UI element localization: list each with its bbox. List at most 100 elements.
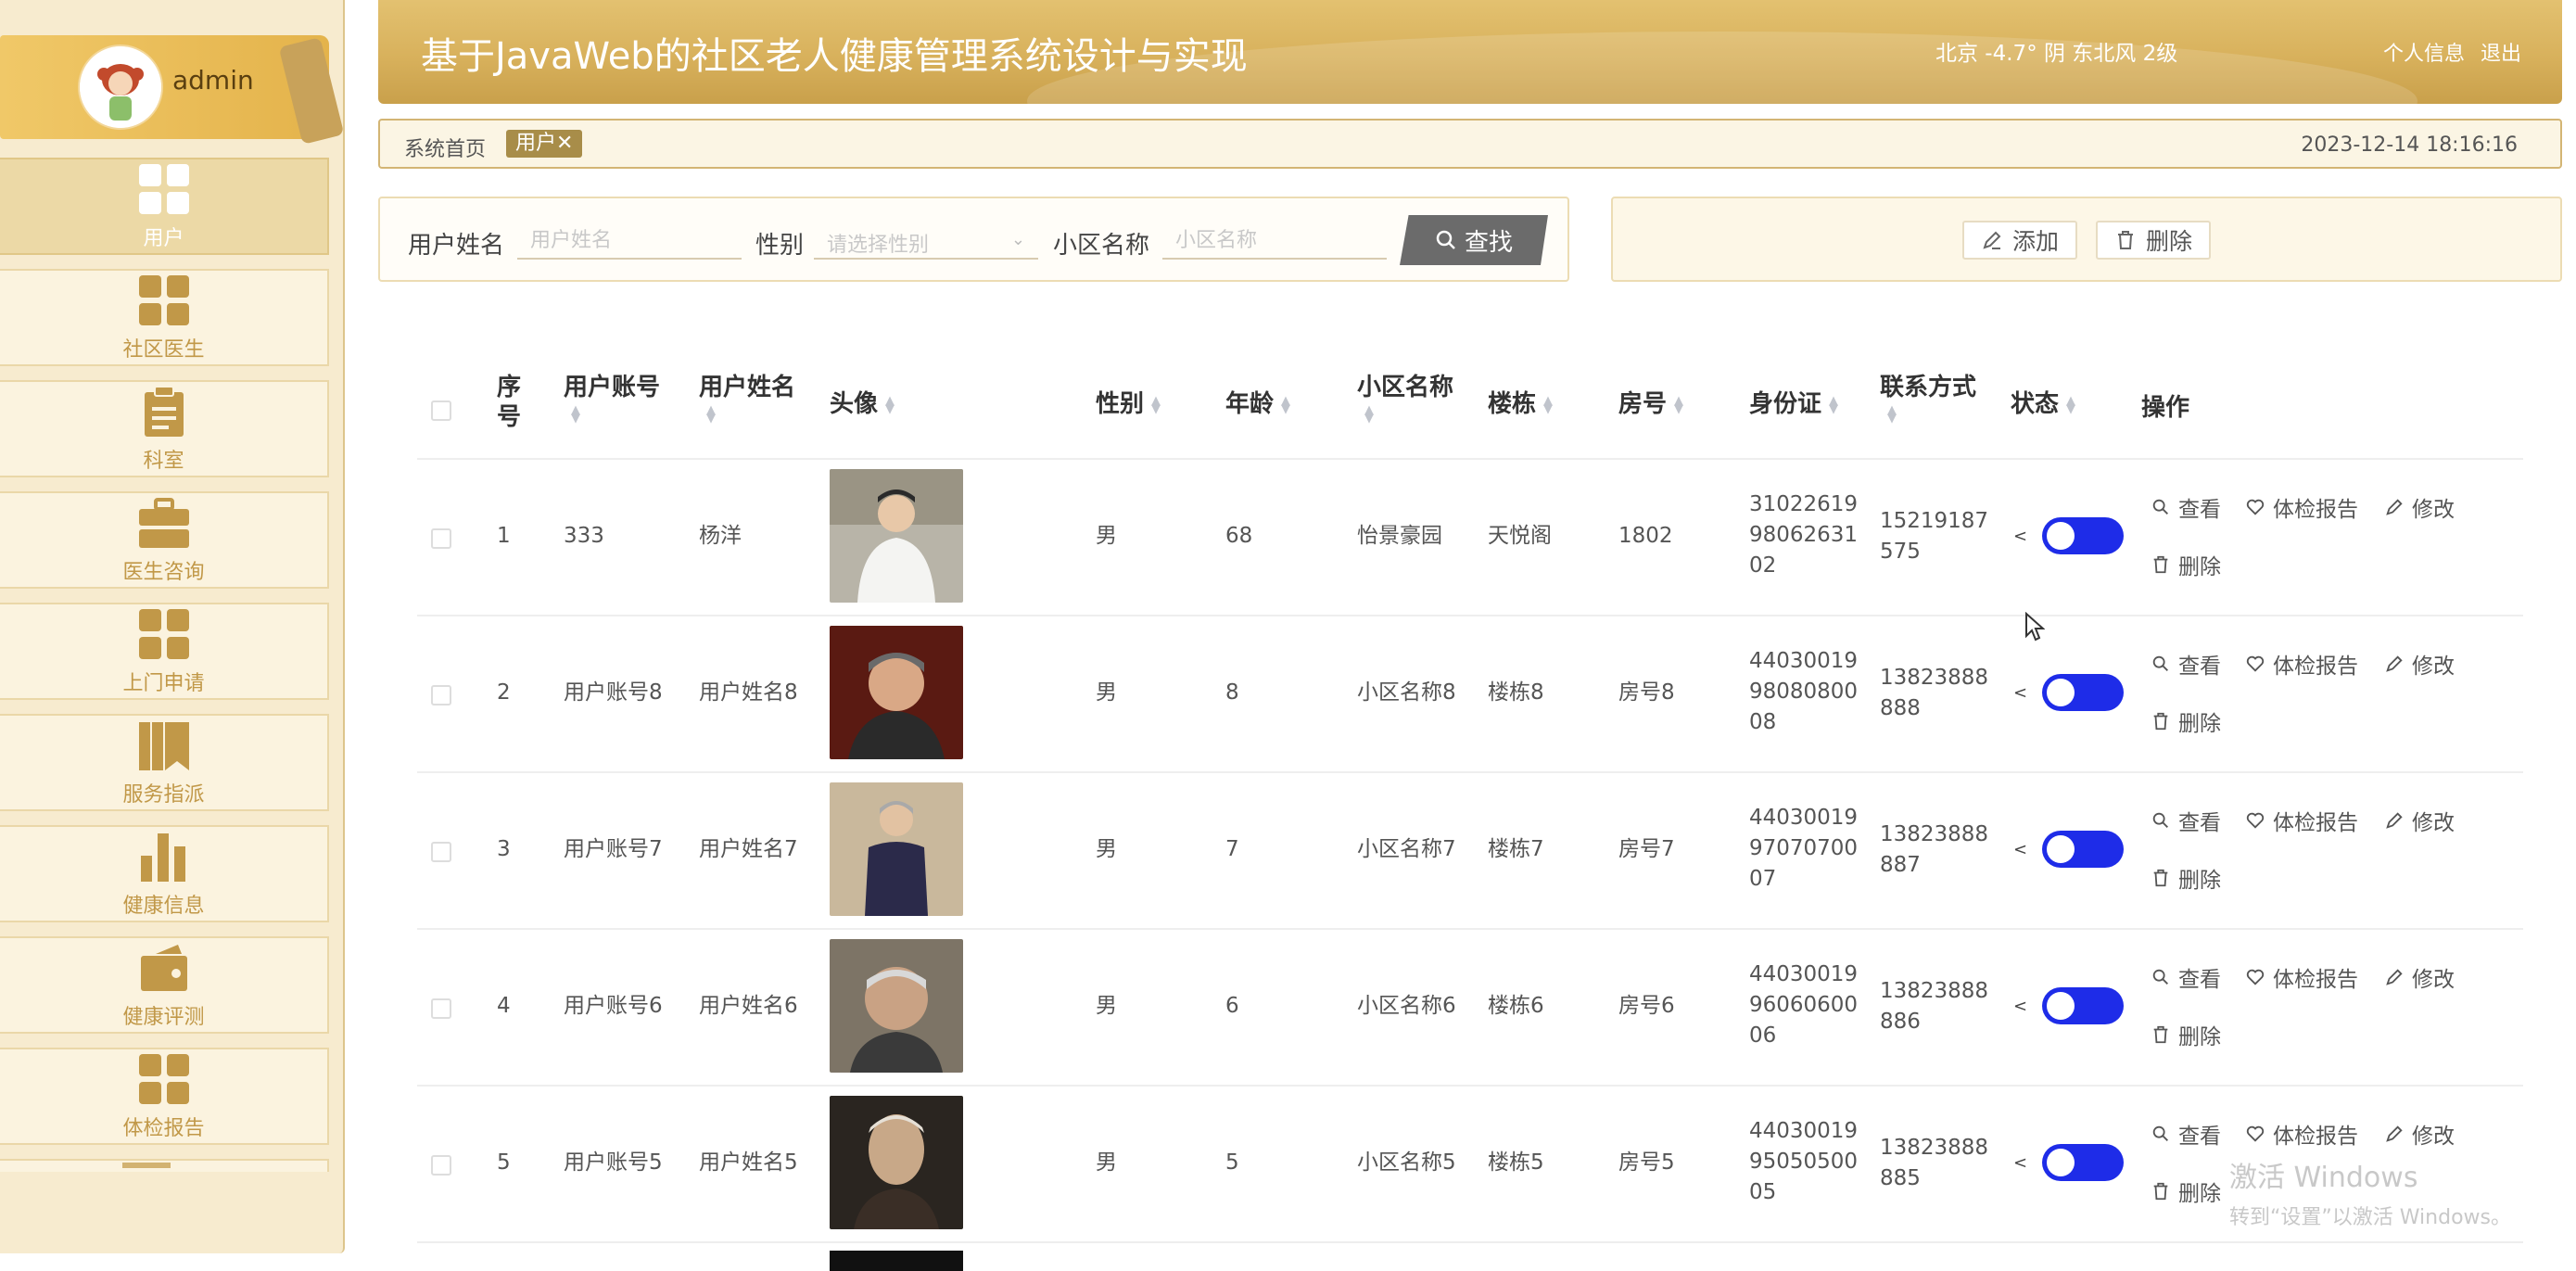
batch-delete-button[interactable]: 删除 [2096, 221, 2212, 260]
column-header-room[interactable]: 房号 ▲ ▼ [1618, 389, 1683, 419]
physical-report-button[interactable]: 体检报告 [2245, 648, 2358, 680]
column-header-gender[interactable]: 性别 ▲ ▼ [1096, 389, 1161, 419]
profile-decoration [278, 37, 345, 145]
edit-button[interactable]: 修改 [2384, 961, 2455, 993]
row-contact: 13823888 887 [1880, 822, 1989, 877]
column-header-building[interactable]: 楼栋 ▲ ▼ [1488, 389, 1553, 419]
physical-report-button[interactable]: 体检报告 [2245, 491, 2358, 523]
sidebar-item-department[interactable]: 科室 [0, 380, 329, 477]
delete-button[interactable]: 删除 [2151, 1176, 2221, 1207]
row-name: 用户姓名6 [699, 994, 798, 1018]
sort-icon[interactable]: ▲ ▼ [1281, 395, 1290, 415]
view-button[interactable]: 查看 [2151, 961, 2221, 993]
edit-button[interactable]: 修改 [2384, 805, 2455, 836]
sidebar-item-community-doctor[interactable]: 社区医生 [0, 269, 329, 366]
column-header-community[interactable]: 小区名称 ▲ ▼ [1357, 373, 1454, 425]
tab-users[interactable]: 用户✕ [506, 130, 583, 158]
status-toggle[interactable] [2042, 1144, 2124, 1181]
sidebar-item-health-info[interactable]: 健康信息 [0, 825, 329, 922]
row-index: 2 [497, 680, 511, 705]
sidebar-item-health-assessment[interactable]: 健康评测 [0, 936, 329, 1034]
row-checkbox[interactable] [431, 1155, 451, 1176]
sort-icon[interactable]: ▲ ▼ [1151, 395, 1161, 415]
status-toggle[interactable] [2042, 987, 2124, 1024]
sort-icon[interactable]: ▲ ▼ [571, 404, 660, 425]
view-button[interactable]: 查看 [2151, 648, 2221, 680]
physical-report-button[interactable]: 体检报告 [2245, 805, 2358, 836]
sort-icon[interactable]: ▲ ▼ [885, 395, 895, 415]
bar-chart-icon [140, 833, 185, 882]
column-header-label: 性别 [1096, 390, 1145, 418]
gender-select-placeholder: 请选择性别 [827, 234, 930, 257]
close-icon[interactable]: ✕ [556, 132, 573, 155]
delete-button[interactable]: 删除 [2151, 862, 2221, 894]
breadcrumb-home[interactable]: 系统首页 [404, 133, 486, 162]
select-all-checkbox[interactable] [431, 400, 451, 421]
row-name: 用户姓名5 [699, 1150, 798, 1175]
sort-icon[interactable]: ▲ ▼ [1674, 395, 1683, 415]
row-checkbox[interactable] [431, 998, 451, 1019]
current-datetime: 2023-12-14 18:16:16 [2301, 133, 2518, 157]
sidebar-item-users[interactable]: 用户 [0, 158, 329, 255]
view-button[interactable]: 查看 [2151, 491, 2221, 523]
sort-icon[interactable]: ▲ ▼ [706, 404, 795, 425]
column-header-name[interactable]: 用户姓名 ▲ ▼ [699, 373, 796, 425]
row-room: 房号6 [1618, 994, 1675, 1018]
edit-button[interactable]: 修改 [2384, 491, 2455, 523]
profile-link[interactable]: 个人信息 [2383, 43, 2465, 66]
sort-icon[interactable]: ▲ ▼ [1543, 395, 1553, 415]
sort-icon[interactable]: ▲ ▼ [1887, 404, 1976, 425]
column-header-label: 用户姓名 [699, 374, 796, 401]
column-header-label: 小区名称 [1357, 374, 1454, 401]
row-checkbox[interactable] [431, 842, 451, 862]
row-name: 用户姓名8 [699, 680, 798, 705]
sidebar-item-partial[interactable] [0, 1159, 329, 1172]
status-toggle[interactable] [2042, 674, 2124, 711]
watermark-line2: 转到“设置”以激活 Windows。 [2229, 1206, 2511, 1229]
status-toggle[interactable] [2042, 517, 2124, 554]
sidebar-item-physical-report[interactable]: 体检报告 [0, 1048, 329, 1145]
row-checkbox[interactable] [431, 685, 451, 705]
sidebar-item-home-visit[interactable]: 上门申请 [0, 603, 329, 700]
sort-icon[interactable]: ▲ ▼ [1364, 404, 1453, 425]
table-row: 4 用户账号6 用户姓名6 男 6 小区名称6 楼栋6 房号6 44030019… [417, 930, 2523, 1087]
trash-icon [2118, 231, 2133, 249]
edit-button[interactable]: 修改 [2384, 1118, 2455, 1150]
trash-icon [2153, 555, 2168, 574]
row-id-card: 44030019 98080800 08 [1749, 649, 1859, 734]
row-community: 小区名称6 [1357, 994, 1456, 1018]
physical-report-button[interactable]: 体检报告 [2245, 1118, 2358, 1150]
column-header-contact[interactable]: 联系方式 ▲ ▼ [1880, 373, 1976, 425]
sidebar-item-label: 体检报告 [122, 1116, 205, 1140]
status-toggle[interactable] [2042, 831, 2124, 868]
row-checkbox[interactable] [431, 528, 451, 549]
add-button[interactable]: 添加 [1962, 221, 2078, 260]
delete-button[interactable]: 删除 [2151, 705, 2221, 737]
column-header-age[interactable]: 年龄 ▲ ▼ [1225, 389, 1290, 419]
gender-select[interactable]: 请选择性别 ⌄ [814, 222, 1038, 260]
delete-button[interactable]: 删除 [2151, 549, 2221, 580]
user-profile[interactable]: admin [0, 35, 345, 145]
row-building: 楼栋6 [1488, 994, 1544, 1018]
column-header-status[interactable]: 状态 ▲ ▼ [2011, 389, 2075, 419]
column-header-avatar[interactable]: 头像 ▲ ▼ [830, 389, 895, 419]
column-header-label: 年龄 [1225, 390, 1275, 418]
community-search-input[interactable] [1162, 222, 1387, 260]
mouse-cursor-icon [2025, 612, 2045, 642]
logout-link[interactable]: 退出 [2481, 43, 2521, 66]
sidebar-item-doctor-consultation[interactable]: 医生咨询 [0, 491, 329, 589]
share-icon: < [2013, 840, 2028, 859]
sort-icon[interactable]: ▲ ▼ [1829, 395, 1838, 415]
edit-button[interactable]: 修改 [2384, 648, 2455, 680]
search-button[interactable]: 查找 [1400, 215, 1548, 265]
column-header-account[interactable]: 用户账号 ▲ ▼ [564, 373, 660, 425]
delete-button[interactable]: 删除 [2151, 1019, 2221, 1050]
view-button[interactable]: 查看 [2151, 1118, 2221, 1150]
view-button[interactable]: 查看 [2151, 805, 2221, 836]
avatar-photo [830, 939, 963, 1073]
username-search-input[interactable] [517, 222, 742, 260]
sidebar-item-service-assignment[interactable]: 服务指派 [0, 714, 329, 811]
sort-icon[interactable]: ▲ ▼ [2066, 395, 2075, 415]
physical-report-button[interactable]: 体检报告 [2245, 961, 2358, 993]
column-header-id-card[interactable]: 身份证 ▲ ▼ [1749, 389, 1838, 419]
